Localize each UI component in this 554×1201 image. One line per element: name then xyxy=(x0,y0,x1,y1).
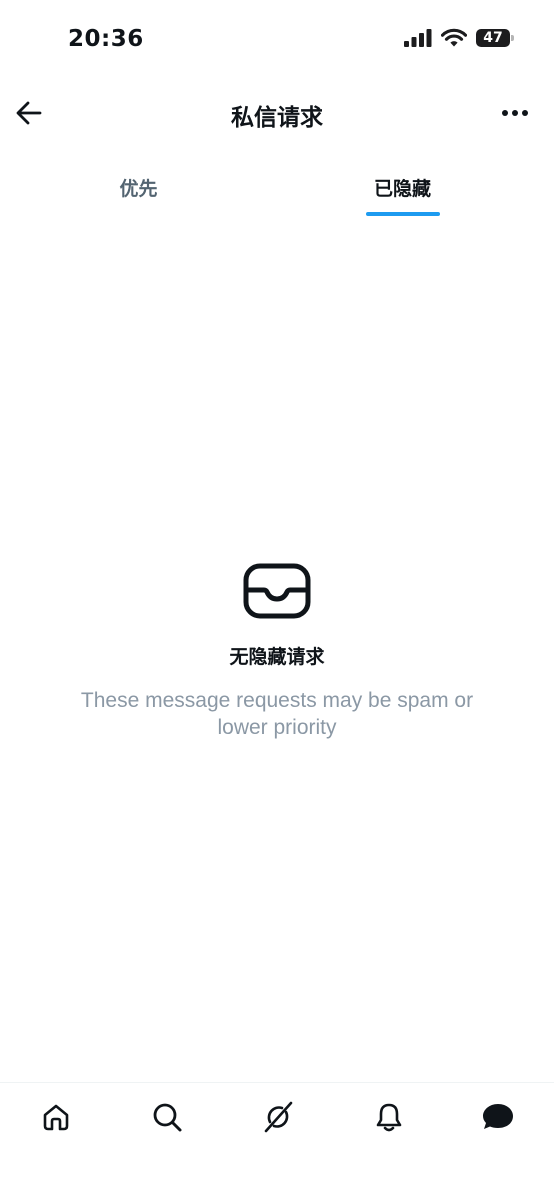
tab-bar: 优先 已隐藏 xyxy=(0,160,554,218)
nav-notifications[interactable] xyxy=(369,1097,409,1137)
grok-icon xyxy=(264,1101,293,1133)
notifications-icon xyxy=(376,1103,402,1132)
nav-search[interactable] xyxy=(147,1097,187,1137)
battery-icon: 47 xyxy=(476,28,514,47)
tab-hidden-label: 已隐藏 xyxy=(373,178,431,200)
tab-priority[interactable]: 优先 xyxy=(0,160,277,218)
tab-priority-label: 优先 xyxy=(119,178,158,200)
messages-icon xyxy=(483,1104,513,1129)
more-button[interactable] xyxy=(498,98,532,128)
status-icons: 47 xyxy=(404,28,514,47)
empty-subtitle: These message requests may be spam or lo… xyxy=(80,689,474,739)
empty-title: 无隐藏请求 xyxy=(229,646,325,668)
active-tab-indicator xyxy=(366,212,440,216)
home-icon xyxy=(43,1104,69,1131)
nav-home[interactable] xyxy=(36,1097,76,1137)
nav-messages[interactable] xyxy=(478,1097,518,1137)
wifi-icon xyxy=(441,28,467,47)
nav-grok[interactable] xyxy=(258,1097,298,1137)
battery-level: 47 xyxy=(483,29,503,46)
bottom-nav xyxy=(0,1082,554,1201)
page-title: 私信请求 xyxy=(231,105,323,131)
status-bar: 20:36 47 xyxy=(0,0,554,80)
header: 私信请求 xyxy=(0,86,554,146)
empty-state: 无隐藏请求 These message requests may be spam… xyxy=(0,560,554,741)
inbox-icon xyxy=(243,563,311,619)
status-time: 20:36 xyxy=(68,26,144,52)
tab-hidden[interactable]: 已隐藏 xyxy=(264,160,541,218)
signal-icon xyxy=(404,28,432,47)
more-horizontal-icon xyxy=(502,110,528,116)
search-icon xyxy=(153,1103,182,1132)
